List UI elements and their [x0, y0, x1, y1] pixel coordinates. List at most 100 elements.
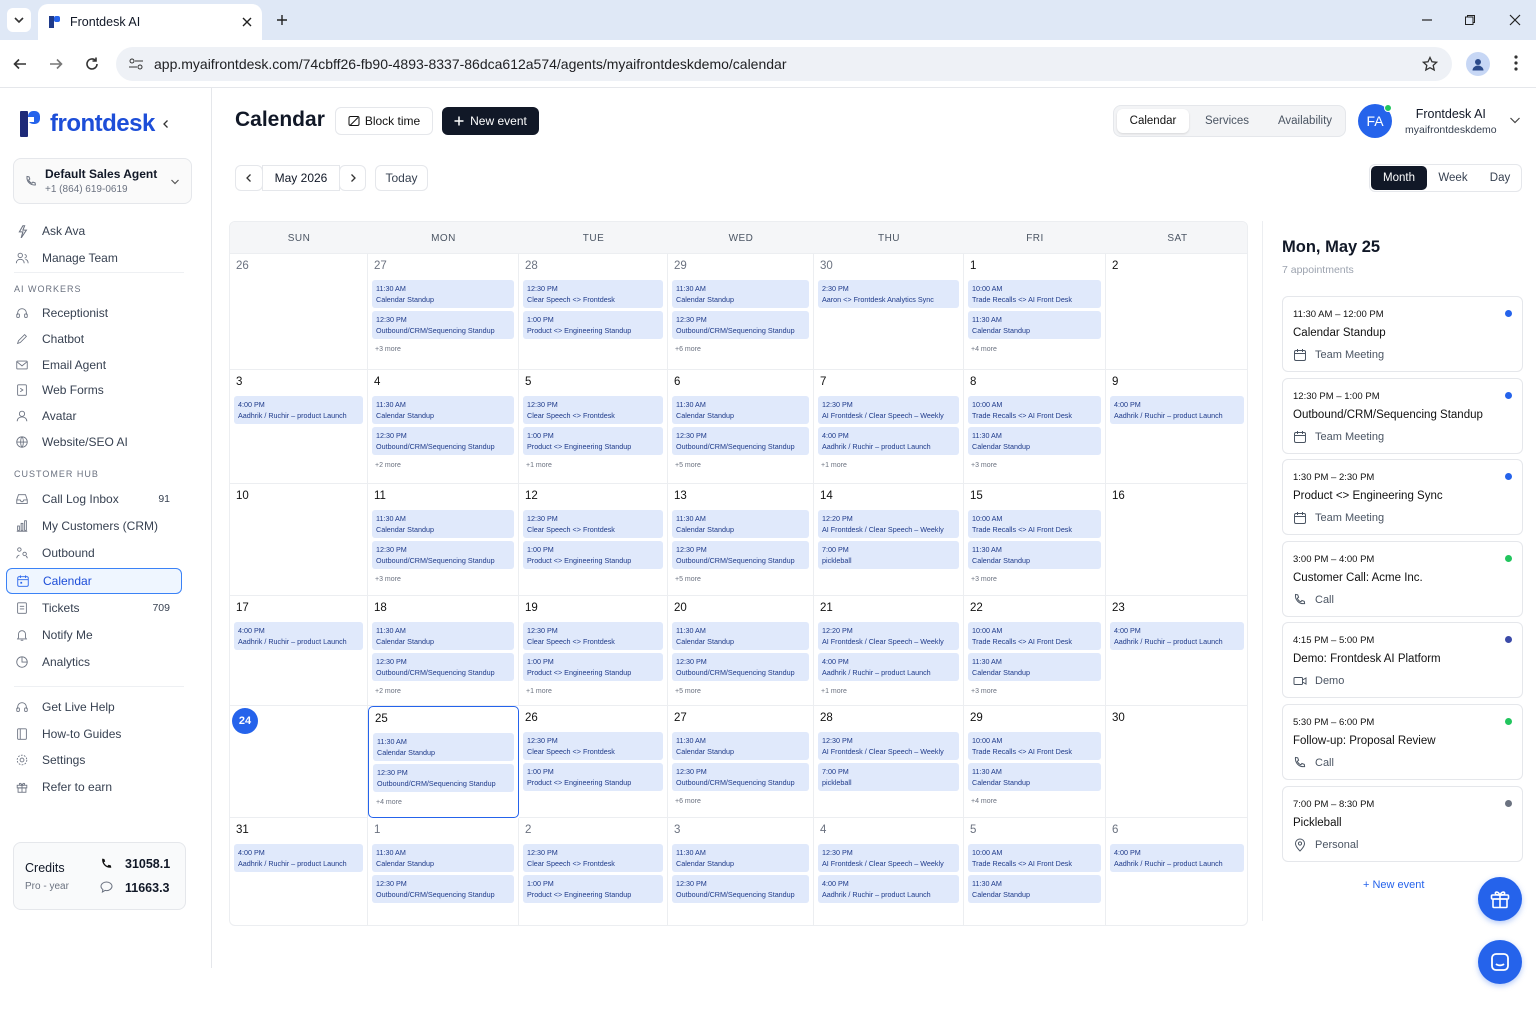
day-cell[interactable]: 11 11:30 AM Calendar Standup 12:30 PM Outbou…: [368, 484, 519, 596]
calendar-event[interactable]: 11:30 AM Calendar Standup: [968, 311, 1101, 339]
agent-selector[interactable]: Default Sales Agent +1 (864) 619-0619: [13, 158, 192, 204]
more-events-link[interactable]: +3 more: [971, 688, 997, 695]
calendar-event[interactable]: 12:30 PM Outbound/CRM/Sequencing Standup: [672, 427, 809, 455]
more-events-link[interactable]: +3 more: [971, 462, 997, 469]
calendar-event[interactable]: 10:00 AM Trade Recalls <> AI Front Desk: [968, 732, 1101, 760]
calendar-event[interactable]: 12:30 PM Outbound/CRM/Sequencing Standup: [372, 875, 514, 903]
sidebar-item-how-to-guides[interactable]: How-to Guides: [6, 721, 182, 747]
view-day-button[interactable]: Day: [1479, 166, 1521, 190]
more-events-link[interactable]: +5 more: [675, 462, 701, 469]
day-cell[interactable]: 3 4:00 PM Aadhrik / Ruchir – product Launc…: [230, 370, 368, 484]
chevron-down-icon[interactable]: [1509, 116, 1521, 125]
calendar-event[interactable]: 1:00 PM Product <> Engineering Standup: [523, 875, 663, 903]
day-cell[interactable]: 12 12:30 PM Clear Speech <> Frontdesk 1:00 …: [519, 484, 668, 596]
calendar-event[interactable]: 11:30 AM Calendar Standup: [672, 280, 809, 308]
day-cell[interactable]: 23 4:00 PM Aadhrik / Ruchir – product Laun…: [1106, 596, 1247, 706]
calendar-event[interactable]: 11:30 AM Calendar Standup: [968, 875, 1101, 903]
calendar-event[interactable]: 12:30 PM Outbound/CRM/Sequencing Standup: [672, 541, 809, 569]
star-icon[interactable]: [1422, 56, 1438, 72]
calendar-event[interactable]: 1:00 PM Product <> Engineering Standup: [523, 311, 663, 339]
sidebar-item-outbound[interactable]: Outbound: [6, 540, 182, 566]
sidebar-item-email-agent[interactable]: Email Agent: [6, 352, 182, 378]
more-events-link[interactable]: +3 more: [375, 346, 401, 353]
calendar-event[interactable]: 12:30 PM AI Frontdesk / Clear Speech – We…: [818, 732, 959, 760]
day-cell[interactable]: 1 11:30 AM Calendar Standup 12:30 PM Outboun…: [368, 818, 519, 925]
today-button[interactable]: Today: [375, 165, 428, 191]
sidebar-item-web-forms[interactable]: Web Forms: [6, 377, 182, 403]
calendar-event[interactable]: 4:00 PM Aadhrik / Ruchir – product Launch: [234, 396, 363, 424]
day-cell[interactable]: 5 10:00 AM Trade Recalls <> AI Front Desk 1…: [964, 818, 1106, 925]
block-time-button[interactable]: Block time: [335, 107, 433, 135]
calendar-event[interactable]: 4:00 PM Aadhrik / Ruchir – product Launch: [234, 844, 363, 872]
day-cell[interactable]: 27 11:30 AM Calendar Standup 12:30 PM Outbou…: [368, 254, 519, 370]
browser-menu-button[interactable]: [1508, 54, 1524, 72]
calendar-event[interactable]: 12:30 PM Clear Speech <> Frontdesk: [523, 280, 663, 308]
calendar-event[interactable]: 11:30 AM Calendar Standup: [672, 622, 809, 650]
appointment-card[interactable]: 12:30 PM – 1:00 PM Outbound/CRM/Sequencin…: [1282, 377, 1523, 454]
calendar-event[interactable]: 11:30 AM Calendar Standup: [372, 844, 514, 872]
day-cell[interactable]: 28 12:30 PM AI Frontdesk / Clear Speech – …: [814, 706, 964, 818]
day-cell[interactable]: 29 10:00 AM Trade Recalls <> AI Front Desk…: [964, 706, 1106, 818]
minimize-button[interactable]: [1415, 8, 1439, 32]
calendar-event[interactable]: 12:30 PM AI Frontdesk / Clear Speech – We…: [818, 396, 959, 424]
profile-button[interactable]: [1466, 52, 1490, 76]
appointment-card[interactable]: 4:15 PM – 5:00 PM Demo: Frontdesk AI Plat…: [1282, 622, 1523, 699]
calendar-event[interactable]: 1:00 PM Product <> Engineering Standup: [523, 427, 663, 455]
forward-button[interactable]: [44, 52, 68, 76]
day-cell[interactable]: 16: [1106, 484, 1247, 596]
calendar-event[interactable]: 12:30 PM Clear Speech <> Frontdesk: [523, 396, 663, 424]
more-events-link[interactable]: +3 more: [375, 576, 401, 583]
calendar-event[interactable]: 12:30 PM Outbound/CRM/Sequencing Standup: [672, 875, 809, 903]
user-info[interactable]: Frontdesk AI myaifrontdeskdemo: [1405, 107, 1497, 136]
calendar-event[interactable]: 7:00 PM pickleball: [818, 541, 959, 569]
day-cell[interactable]: 6 11:30 AM Calendar Standup 12:30 PM Outboun…: [668, 370, 814, 484]
sidebar-item-call-log-inbox[interactable]: Call Log Inbox 91: [6, 486, 182, 512]
calendar-event[interactable]: 4:00 PM Aadhrik / Ruchir – product Launch: [1110, 844, 1244, 872]
sidebar-item-receptionist[interactable]: Receptionist: [6, 300, 182, 326]
sidebar-item-ask-ava[interactable]: Ask Ava: [6, 218, 182, 244]
day-cell[interactable]: 21 12:20 PM AI Frontdesk / Clear Speech – …: [814, 596, 964, 706]
more-events-link[interactable]: +4 more: [971, 346, 997, 353]
logo[interactable]: frontdesk: [20, 110, 155, 138]
day-cell[interactable]: 14 12:20 PM AI Frontdesk / Clear Speech – …: [814, 484, 964, 596]
calendar-event[interactable]: 1:00 PM Product <> Engineering Standup: [523, 541, 663, 569]
day-cell[interactable]: 18 11:30 AM Calendar Standup 12:30 PM Outbou…: [368, 596, 519, 706]
more-events-link[interactable]: +1 more: [526, 462, 552, 469]
calendar-event[interactable]: 11:30 AM Calendar Standup: [968, 541, 1101, 569]
calendar-event[interactable]: 12:30 PM Outbound/CRM/Sequencing Standup: [372, 427, 514, 455]
new-event-button[interactable]: New event: [442, 107, 539, 135]
view-week-button[interactable]: Week: [1429, 166, 1477, 190]
day-cell[interactable]: 30: [1106, 706, 1247, 818]
day-cell[interactable]: 22 10:00 AM Trade Recalls <> AI Front Desk…: [964, 596, 1106, 706]
day-cell[interactable]: 7 12:30 PM AI Frontdesk / Clear Speech – W…: [814, 370, 964, 484]
sidebar-item-calendar[interactable]: Calendar: [6, 567, 182, 594]
calendar-event[interactable]: 12:30 PM Outbound/CRM/Sequencing Standup: [672, 311, 809, 339]
appointment-card[interactable]: 5:30 PM – 6:00 PM Follow-up: Proposal Rev…: [1282, 704, 1523, 780]
restore-button[interactable]: [1458, 8, 1482, 32]
calendar-event[interactable]: 12:30 PM Clear Speech <> Frontdesk: [523, 844, 663, 872]
day-cell[interactable]: 19 12:30 PM Clear Speech <> Frontdesk 1:00 …: [519, 596, 668, 706]
prev-month-button[interactable]: [235, 165, 263, 191]
collapse-sidebar-button[interactable]: [156, 114, 176, 134]
view-month-button[interactable]: Month: [1371, 166, 1427, 190]
calendar-event[interactable]: 11:30 AM Calendar Standup: [373, 733, 514, 761]
appointment-card[interactable]: 11:30 AM – 12:00 PM Calendar Standup Team …: [1282, 296, 1523, 372]
next-month-button[interactable]: [339, 165, 366, 191]
calendar-event[interactable]: 12:20 PM AI Frontdesk / Clear Speech – We…: [818, 510, 959, 538]
tab-services[interactable]: Services: [1192, 109, 1262, 133]
avatar[interactable]: FA: [1358, 104, 1392, 138]
more-events-link[interactable]: +4 more: [376, 799, 402, 806]
day-cell[interactable]: 2: [1106, 254, 1247, 370]
calendar-event[interactable]: 4:00 PM Aadhrik / Ruchir – product Launch: [1110, 622, 1244, 650]
sidebar-item-avatar[interactable]: Avatar: [6, 403, 182, 429]
calendar-event[interactable]: 10:00 AM Trade Recalls <> AI Front Desk: [968, 622, 1101, 650]
calendar-event[interactable]: 12:30 PM Clear Speech <> Frontdesk: [523, 510, 663, 538]
url-bar[interactable]: app.myaifrontdesk.com/74cbff26-fb90-4893…: [116, 47, 1452, 81]
more-events-link[interactable]: +5 more: [675, 576, 701, 583]
calendar-event[interactable]: 11:30 AM Calendar Standup: [372, 280, 514, 308]
new-tab-button[interactable]: [270, 8, 294, 32]
browser-tab[interactable]: Frontdesk AI: [38, 4, 262, 40]
gift-fab-button[interactable]: [1478, 877, 1522, 921]
day-cell[interactable]: 4 12:30 PM AI Frontdesk / Clear Speech – W…: [814, 818, 964, 925]
sidebar-item-manage-team[interactable]: Manage Team: [6, 245, 182, 271]
